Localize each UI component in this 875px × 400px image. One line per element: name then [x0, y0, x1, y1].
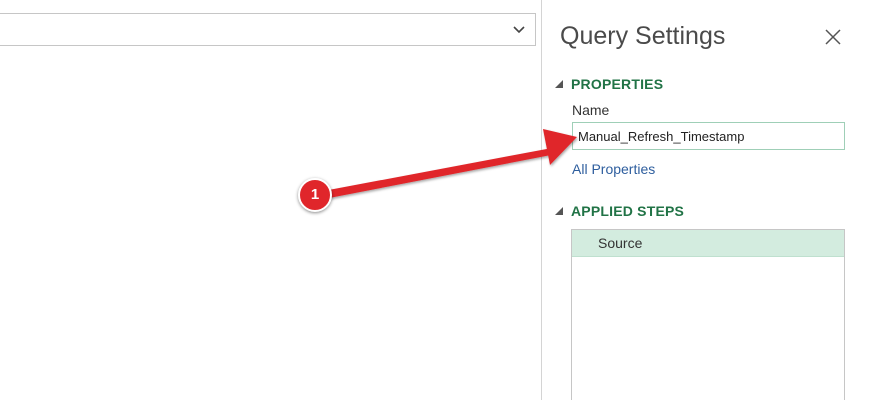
- collapse-triangle-icon: [555, 207, 563, 215]
- formula-bar[interactable]: [0, 13, 536, 46]
- close-icon[interactable]: [824, 28, 842, 46]
- all-properties-link[interactable]: All Properties: [572, 161, 655, 177]
- annotation-badge: 1: [298, 178, 332, 212]
- query-name-input[interactable]: [572, 122, 845, 150]
- query-settings-title: Query Settings: [560, 22, 726, 50]
- applied-steps-list[interactable]: Source: [571, 229, 845, 400]
- name-label: Name: [572, 102, 610, 118]
- collapse-triangle-icon: [555, 80, 563, 88]
- step-item-source[interactable]: Source: [572, 230, 844, 257]
- applied-steps-section-header[interactable]: APPLIED STEPS: [554, 203, 684, 219]
- chevron-down-icon[interactable]: [511, 22, 527, 38]
- properties-section-header[interactable]: PROPERTIES: [554, 76, 663, 92]
- power-query-editor: Query Settings PROPERTIES Name All Prope…: [0, 0, 875, 400]
- applied-steps-header-label: APPLIED STEPS: [571, 203, 685, 219]
- query-settings-pane: Query Settings PROPERTIES Name All Prope…: [542, 0, 875, 400]
- properties-header-label: PROPERTIES: [571, 76, 664, 92]
